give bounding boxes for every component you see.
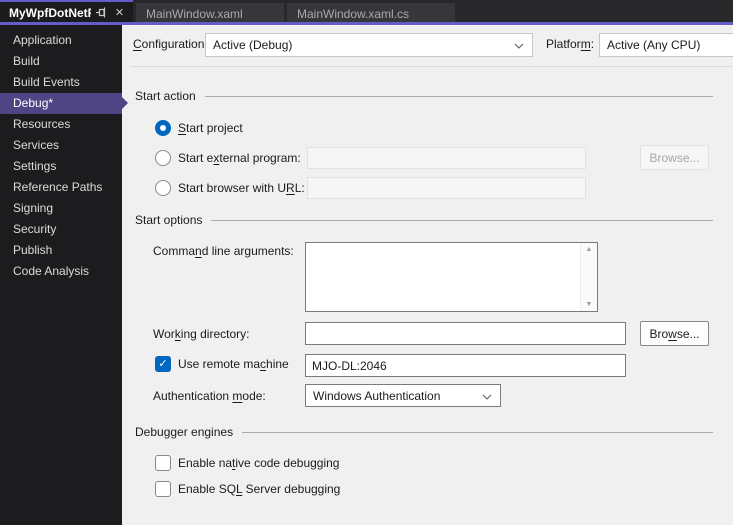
start-action-title: Start action [135, 89, 196, 103]
command-line-arguments-field: ▲ ▼ [305, 242, 598, 315]
external-program-radio[interactable] [155, 150, 171, 166]
authentication-mode-value: Windows Authentication [313, 388, 441, 403]
sidebar-item-build[interactable]: Build [0, 51, 122, 72]
browser-url-radio[interactable] [155, 180, 171, 196]
start-project-radio[interactable] [155, 120, 171, 136]
document-tab-bar: MyWpfDotNetF* ✕ MainWindow.xaml MainWind… [0, 0, 733, 25]
platform-label: Platform: [546, 37, 595, 51]
tab-project-properties-label: MyWpfDotNetF* [9, 5, 91, 20]
sidebar-item-resources[interactable]: Resources [0, 114, 122, 135]
browser-url-label: Start browser with URL: [178, 181, 305, 195]
sql-debugging-row: Enable SQL Server debugging [155, 481, 340, 497]
start-options-section-header: Start options [135, 213, 713, 227]
tab-mainwindow-xaml-cs-label: MainWindow.xaml.cs [297, 7, 410, 21]
platform-dropdown[interactable]: Active (Any CPU) [599, 33, 733, 57]
authentication-mode-dropdown[interactable]: Windows Authentication [305, 384, 501, 407]
native-debugging-checkbox[interactable] [155, 455, 171, 471]
sql-debugging-checkbox[interactable] [155, 481, 171, 497]
remote-machine-input[interactable] [305, 354, 626, 377]
platform-dropdown-value: Active (Any CPU) [607, 38, 701, 52]
debugger-engines-section-header: Debugger engines [135, 425, 713, 439]
close-icon[interactable]: ✕ [112, 5, 127, 20]
use-remote-machine-label: Use remote machine [178, 357, 289, 371]
start-action-section-header: Start action [135, 89, 713, 103]
native-debugging-row: Enable native code debugging [155, 455, 339, 471]
toolbar-separator [130, 66, 733, 67]
scroll-up-icon[interactable]: ▲ [581, 246, 597, 253]
configuration-dropdown-value: Active (Debug) [213, 38, 293, 52]
sidebar-item-signing[interactable]: Signing [0, 198, 122, 219]
command-line-arguments-textarea[interactable] [306, 243, 583, 315]
pin-icon[interactable] [94, 5, 109, 20]
external-program-input[interactable] [307, 147, 586, 169]
active-tab-accent-line [0, 22, 733, 25]
sidebar-item-application[interactable]: Application [0, 30, 122, 51]
external-program-label: Start external program: [178, 151, 301, 165]
tab-mainwindow-xaml-label: MainWindow.xaml [146, 7, 243, 21]
sidebar-item-services[interactable]: Services [0, 135, 122, 156]
section-rule [211, 219, 713, 221]
sql-debugging-label: Enable SQL Server debugging [178, 482, 341, 496]
sidebar-item-security[interactable]: Security [0, 219, 122, 240]
sidebar-item-reference-paths[interactable]: Reference Paths [0, 177, 122, 198]
use-remote-machine-checkbox[interactable]: ✓ [155, 356, 171, 372]
start-options-title: Start options [135, 213, 203, 227]
configuration-label: Configuration: [133, 37, 208, 51]
native-debugging-label: Enable native code debugging [178, 456, 340, 470]
authentication-mode-label: Authentication mode: [153, 389, 266, 403]
command-line-arguments-label: Command line arguments: [153, 244, 294, 258]
sidebar-item-publish[interactable]: Publish [0, 240, 122, 261]
debugger-engines-title: Debugger engines [135, 425, 234, 439]
working-directory-input[interactable] [305, 322, 626, 345]
chevron-down-icon [514, 38, 524, 52]
start-project-label: Start project [178, 121, 243, 135]
section-rule [204, 95, 713, 97]
sidebar-item-code-analysis[interactable]: Code Analysis [0, 261, 122, 282]
browser-url-radio-row: Start browser with URL: [155, 180, 305, 196]
use-remote-machine-row: ✓ Use remote machine [155, 356, 289, 372]
section-rule [242, 431, 713, 433]
external-program-browse-button[interactable]: Browse... [640, 145, 709, 170]
working-directory-browse-button[interactable]: Bro w se... [640, 321, 709, 346]
external-program-radio-row: Start external program: [155, 150, 301, 166]
sidebar-item-build-events[interactable]: Build Events [0, 72, 122, 93]
working-directory-label: Working directory: [153, 327, 250, 341]
sidebar-item-debug[interactable]: Debug* [0, 93, 128, 114]
browser-url-input[interactable] [307, 177, 586, 199]
project-properties-window: MyWpfDotNetF* ✕ MainWindow.xaml MainWind… [0, 0, 733, 525]
textarea-scrollbar[interactable]: ▲ ▼ [580, 243, 597, 311]
start-project-radio-row: Start project [155, 120, 243, 136]
sidebar-item-settings[interactable]: Settings [0, 156, 122, 177]
chevron-down-icon [482, 389, 492, 403]
properties-nav-sidebar: Application Build Build Events Debug* Re… [0, 25, 128, 525]
configuration-dropdown[interactable]: Active (Debug) [205, 33, 533, 57]
scroll-down-icon[interactable]: ▼ [581, 301, 597, 308]
debug-settings-panel: Configuration: Active (Debug) Platform: … [122, 25, 733, 525]
